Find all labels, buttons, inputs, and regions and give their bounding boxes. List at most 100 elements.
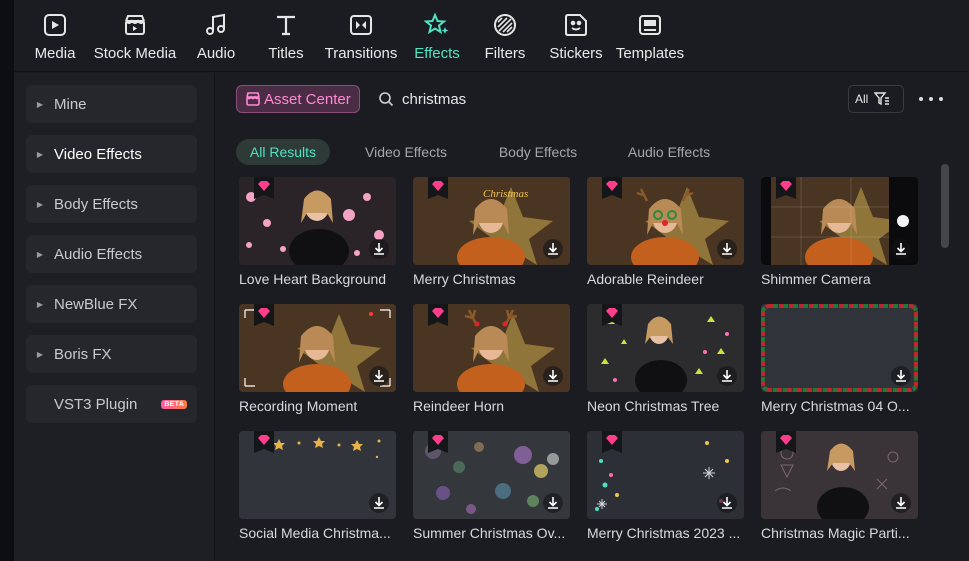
premium-gem-icon bbox=[602, 304, 622, 326]
caret-right-icon: ▶ bbox=[36, 199, 44, 209]
sidebar-item-boris-fx[interactable]: ▶ Boris FX bbox=[26, 335, 197, 373]
top-toolbar: Media Stock Media Audio Titles Transitio… bbox=[14, 0, 969, 72]
filter-dropdown[interactable]: All bbox=[848, 85, 904, 113]
download-icon[interactable] bbox=[369, 366, 389, 386]
toolbar-titles[interactable]: Titles bbox=[268, 10, 304, 68]
tab-audio-effects[interactable]: Audio Effects bbox=[614, 139, 724, 165]
download-icon[interactable] bbox=[717, 493, 737, 513]
download-icon[interactable] bbox=[891, 493, 911, 513]
effect-title: Merry Christmas bbox=[413, 271, 516, 287]
toolbar-label: Titles bbox=[268, 45, 304, 62]
sidebar-item-label: Audio Effects bbox=[54, 245, 143, 263]
effect-title: Love Heart Background bbox=[239, 271, 387, 287]
sidebar-item-mine[interactable]: ▶ Mine bbox=[26, 85, 197, 123]
svg-text:Christmas: Christmas bbox=[483, 188, 528, 200]
sidebar-item-video-effects[interactable]: ▶ Video Effects bbox=[26, 135, 197, 173]
effect-title: Recording Moment bbox=[239, 398, 358, 414]
tab-body-effects[interactable]: Body Effects bbox=[486, 139, 590, 165]
template-icon bbox=[635, 10, 665, 40]
effect-title: Adorable Reindeer bbox=[587, 271, 704, 287]
download-icon[interactable] bbox=[891, 366, 911, 386]
effect-thumbnail bbox=[587, 177, 744, 265]
sidebar-item-label: Body Effects bbox=[54, 195, 138, 213]
premium-gem-icon bbox=[776, 177, 796, 199]
effect-title: Merry Christmas 2023 ... bbox=[587, 525, 741, 541]
sidebar-item-audio-effects[interactable]: ▶ Audio Effects bbox=[26, 235, 197, 273]
premium-gem-icon bbox=[602, 177, 622, 199]
transition-icon bbox=[346, 10, 376, 40]
sticker-icon bbox=[561, 10, 591, 40]
asset-center-button[interactable]: Asset Center bbox=[236, 85, 360, 113]
sidebar-item-vst3-plugin[interactable]: VST3 Plugin BETA bbox=[26, 385, 197, 423]
toolbar-label: Stickers bbox=[549, 45, 603, 62]
download-icon[interactable] bbox=[891, 239, 911, 259]
effect-title: Christmas Magic Parti... bbox=[761, 525, 910, 541]
effect-title: Shimmer Camera bbox=[761, 271, 871, 287]
effect-title: Reindeer Horn bbox=[413, 398, 505, 414]
search-icon bbox=[379, 92, 394, 107]
effect-thumbnail bbox=[761, 177, 918, 265]
music-note-icon bbox=[201, 10, 231, 40]
sidebar-item-newblue-fx[interactable]: ▶ NewBlue FX bbox=[26, 285, 197, 323]
download-icon[interactable] bbox=[369, 493, 389, 513]
asset-center-label: Asset Center bbox=[264, 90, 351, 108]
toolbar-templates[interactable]: Templates bbox=[615, 10, 685, 68]
toolbar-label: Templates bbox=[615, 45, 685, 62]
toolbar-label: Media bbox=[34, 45, 76, 62]
category-sidebar: ▶ Mine ▶ Video Effects ▶ Body Effects ▶ … bbox=[14, 73, 215, 561]
toolbar-stickers[interactable]: Stickers bbox=[549, 10, 603, 68]
caret-right-icon: ▶ bbox=[36, 349, 44, 359]
filter-icon bbox=[490, 10, 520, 40]
effect-title: Merry Christmas 04 O... bbox=[761, 398, 910, 414]
caret-right-icon: ▶ bbox=[36, 99, 44, 109]
premium-gem-icon bbox=[254, 177, 274, 199]
effect-title: Summer Christmas Ov... bbox=[413, 525, 566, 541]
sidebar-item-label: Boris FX bbox=[54, 345, 112, 363]
toolbar-stock-media[interactable]: Stock Media bbox=[94, 10, 176, 68]
download-icon[interactable] bbox=[543, 366, 563, 386]
download-icon[interactable] bbox=[369, 239, 389, 259]
filter-label: All bbox=[855, 92, 869, 106]
premium-gem-icon bbox=[254, 304, 274, 326]
effect-thumbnail bbox=[413, 431, 570, 519]
premium-gem-icon bbox=[776, 431, 796, 453]
toolbar-transitions[interactable]: Transitions bbox=[325, 10, 397, 68]
search-input[interactable] bbox=[402, 86, 702, 112]
toolbar-media[interactable]: Media bbox=[34, 10, 76, 68]
effect-thumbnail bbox=[761, 431, 918, 519]
sidebar-item-body-effects[interactable]: ▶ Body Effects bbox=[26, 185, 197, 223]
tab-all-results[interactable]: All Results bbox=[236, 139, 330, 165]
toolbar-filters[interactable]: Filters bbox=[485, 10, 525, 68]
results-panel: Asset Center All All Results Video Effec… bbox=[216, 73, 969, 561]
tab-video-effects[interactable]: Video Effects bbox=[354, 139, 458, 165]
download-icon[interactable] bbox=[717, 366, 737, 386]
effect-thumbnail: Christmas bbox=[413, 177, 570, 265]
effect-thumbnail bbox=[239, 431, 396, 519]
effect-thumbnail bbox=[239, 304, 396, 392]
premium-gem-icon bbox=[428, 304, 448, 326]
filter-funnel-icon bbox=[874, 92, 890, 106]
media-icon bbox=[40, 10, 70, 40]
more-dot-icon bbox=[929, 97, 933, 101]
download-icon[interactable] bbox=[543, 493, 563, 513]
effect-thumbnail bbox=[587, 431, 744, 519]
toolbar-label: Stock Media bbox=[93, 45, 177, 62]
effect-title: Social Media Christma... bbox=[239, 525, 391, 541]
effect-title: Neon Christmas Tree bbox=[587, 398, 720, 414]
store-icon bbox=[246, 92, 260, 106]
effect-thumbnail bbox=[413, 304, 570, 392]
toolbar-label: Audio bbox=[196, 45, 236, 62]
caret-right-icon: ▶ bbox=[36, 299, 44, 309]
caret-right-icon: ▶ bbox=[36, 149, 44, 159]
effect-thumbnail bbox=[239, 177, 396, 265]
more-options-button[interactable] bbox=[919, 89, 943, 109]
download-icon[interactable] bbox=[717, 239, 737, 259]
toolbar-label: Filters bbox=[484, 45, 526, 62]
results-scrollbar[interactable] bbox=[941, 164, 949, 248]
toolbar-effects[interactable]: Effects bbox=[414, 10, 460, 68]
premium-gem-icon bbox=[428, 177, 448, 199]
download-icon[interactable] bbox=[543, 239, 563, 259]
effect-thumbnail bbox=[587, 304, 744, 392]
beta-badge: BETA bbox=[161, 399, 188, 409]
toolbar-audio[interactable]: Audio bbox=[196, 10, 236, 68]
